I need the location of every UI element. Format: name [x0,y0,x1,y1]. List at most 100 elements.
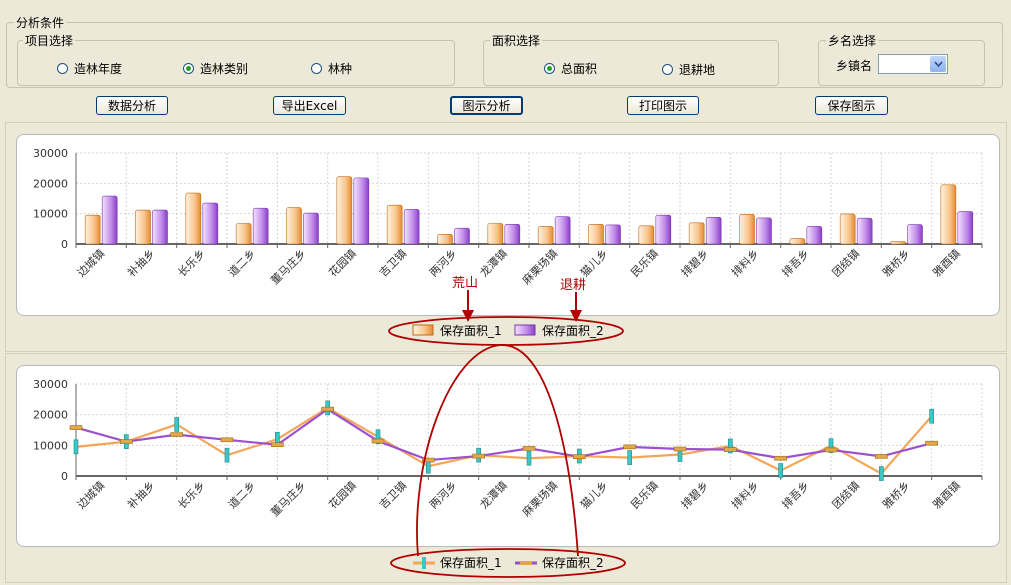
y-tick-label: 0 [61,470,68,483]
y-tick-label: 20000 [33,409,68,422]
x-tick-label: 边城镇 [74,246,107,279]
bar [588,223,604,245]
series-line [75,406,933,475]
x-tick-label: 龙潭镇 [477,478,510,511]
bar [303,212,319,245]
data-point [774,455,787,461]
legend-label: 保存面积_1 [440,324,502,338]
x-tick-label: 雅酉镇 [930,478,963,511]
x-tick-label: 排吾乡 [779,478,812,511]
x-tick-label: 道二乡 [225,246,258,279]
legend-swatch [514,324,536,336]
x-tick-label: 龙潭镇 [477,246,510,279]
bar [907,224,923,245]
data-point [271,442,284,448]
x-tick-label: 排料乡 [728,478,761,511]
legend-label: 保存面积_2 [542,324,604,338]
bar [504,223,521,245]
bar [454,227,470,245]
y-tick-label: 20000 [33,177,68,190]
bar [839,213,856,245]
data-point [371,438,385,444]
x-tick-label: 团结镇 [829,478,862,511]
x-tick-label: 补抽乡 [124,246,157,279]
data-point [220,437,234,443]
x-tick-label: 排料乡 [728,246,761,279]
x-tick-label: 雅桥乡 [879,478,912,511]
x-tick-label: 边城镇 [74,478,107,511]
data-point [73,439,79,455]
charts-svg: 3000020000100000边城镇 补抽乡 长乐乡 道二乡 董马庄乡 花园镇 吉卫镇 两河… [33,147,983,578]
bar [185,192,202,245]
legend-label: 保存面积_1 [440,556,502,570]
x-tick-label: 道二乡 [225,478,258,511]
bar [739,213,755,245]
bar [756,217,772,245]
x-tick-label: 董马庄乡 [268,246,309,287]
x-tick-label: 民乐镇 [628,478,661,511]
data-point [925,440,938,446]
data-point [224,447,230,463]
data-point [321,406,334,412]
legend-label: 保存面积_2 [542,556,604,570]
annotation-loop [416,344,579,557]
bar [890,241,906,245]
data-point [120,439,133,444]
data-point [472,453,485,459]
bar [336,176,353,245]
x-tick-label: 团结镇 [829,246,862,279]
x-tick-label: 吉卫镇 [376,246,409,279]
y-tick-label: 30000 [33,378,68,391]
bar [554,216,571,245]
x-tick-label: 排碧乡 [678,246,711,279]
line-chart: 30000 20000 10000 0 边城镇 补抽乡 长乐乡 道二乡 董马庄乡 花园镇 吉卫镇 两河… [33,378,983,519]
x-tick-label: 补抽乡 [124,478,157,511]
bar [84,214,101,245]
bar [806,226,823,245]
y-tick-label: 10000 [33,208,68,221]
x-tick-label: 长乐乡 [175,479,208,512]
annotation-returned: 退耕 [560,278,587,293]
x-tick-label: 两河乡 [427,479,460,512]
x-tick-label: 长乐乡 [175,247,208,280]
x-tick-label: 花园镇 [326,478,359,511]
bar [688,222,705,245]
bar [957,211,974,245]
bar [638,225,655,245]
data-point [69,425,83,430]
bar [856,217,873,245]
legend-swatch [412,324,434,336]
bar [101,195,118,245]
data-point [174,417,179,432]
y-tick-label: 10000 [33,439,68,452]
x-tick-label: 排碧乡 [678,478,711,511]
data-point [627,450,632,465]
data-point [824,447,838,453]
bar [202,202,219,245]
data-point [623,444,636,450]
data-point [673,446,687,452]
bar [386,204,403,245]
bar [705,217,722,245]
bar [437,233,453,245]
bar [152,209,168,245]
bar [235,223,252,245]
legend-layer: 保存面积_1 保存面积_2 保存面积_1 保存面积_2 [412,324,604,570]
bar [940,184,957,245]
series-line [75,407,932,462]
y-tick-label: 0 [61,238,68,251]
data-point [879,466,884,481]
data-point [778,463,783,478]
data-point [522,446,536,451]
bar [487,223,504,245]
data-point [573,454,586,459]
bar [789,238,806,245]
x-tick-label: 花园镇 [326,246,359,279]
x-tick-label: 麻栗场镇 [519,246,560,287]
y-tick-label: 30000 [33,147,68,160]
arrow-head [462,310,474,322]
data-point [526,450,532,466]
x-tick-label: 猫儿乡 [578,479,611,512]
bar-chart: 3000020000100000边城镇 补抽乡 长乐乡 道二乡 董马庄乡 花园镇 吉卫镇 两河… [33,147,983,287]
x-tick-label: 吉卫镇 [376,478,409,511]
